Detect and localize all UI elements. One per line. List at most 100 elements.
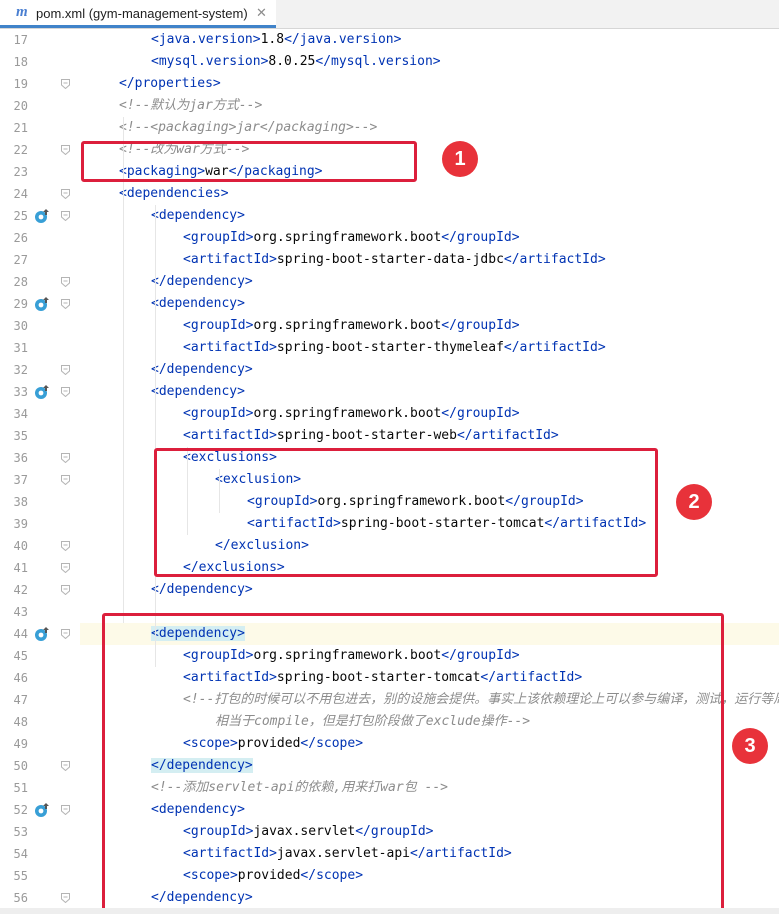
xml-text: org.springframework.boot: [253, 318, 442, 333]
code-line: </dependency>: [151, 271, 253, 293]
xml-tag: <dependency>: [151, 208, 245, 223]
xml-tag: <java.version>: [151, 32, 261, 47]
line-number: 54: [13, 847, 28, 861]
xml-tag: </mysql.version>: [315, 54, 441, 69]
line-number: 40: [13, 539, 28, 553]
xml-text: org.springframework.boot: [253, 230, 442, 245]
line-number: 17: [13, 33, 28, 47]
dependency-override-icon[interactable]: [34, 384, 50, 400]
code-line: <artifactId>spring-boot-starter-thymelea…: [183, 337, 606, 359]
maven-m-icon: m: [16, 4, 28, 20]
xml-text: 8.0.25: [268, 54, 316, 69]
fold-marker-icon[interactable]: [61, 189, 70, 199]
line-number: 20: [13, 99, 28, 113]
xml-tag: <dependency>: [151, 384, 245, 399]
annotation-2: 2: [676, 484, 712, 520]
code-line: </dependency>: [151, 579, 253, 601]
close-icon[interactable]: ✕: [256, 5, 267, 21]
xml-text: spring-boot-starter-thymeleaf: [276, 340, 504, 355]
line-number: 55: [13, 869, 28, 883]
line-number: 44: [13, 627, 28, 641]
xml-tag: </java.version>: [284, 32, 402, 47]
fold-marker-icon[interactable]: [61, 893, 70, 903]
xml-comment: <!--<packaging>jar</packaging>-->: [119, 120, 378, 135]
line-number: 39: [13, 517, 28, 531]
fold-marker-icon[interactable]: [61, 299, 70, 309]
xml-tag: </dependency>: [151, 362, 253, 377]
line-number: 47: [13, 693, 28, 707]
fold-marker-icon[interactable]: [61, 761, 70, 771]
line-number: 34: [13, 407, 28, 421]
xml-tag: </dependency>: [151, 274, 253, 289]
horizontal-scrollbar[interactable]: [0, 908, 779, 914]
xml-tag: <dependencies>: [119, 186, 229, 201]
line-number: 51: [13, 781, 28, 795]
line-number: 23: [13, 165, 28, 179]
line-number: 27: [13, 253, 28, 267]
fold-marker-icon[interactable]: [61, 563, 70, 573]
code-line: <java.version>1.8</java.version>: [151, 29, 401, 51]
line-number: 42: [13, 583, 28, 597]
xml-text: spring-boot-starter-web: [276, 428, 457, 443]
line-number: 56: [13, 891, 28, 905]
line-number: 43: [13, 605, 28, 619]
line-number: 46: [13, 671, 28, 685]
tab-label: pom.xml (gym-management-system): [36, 6, 248, 21]
code-line: <groupId>org.springframework.boot</group…: [183, 227, 520, 249]
line-number: 22: [13, 143, 28, 157]
xml-tag: <artifactId>: [183, 340, 277, 355]
indent-guide: [155, 205, 156, 667]
editor-gutter: 17 18 19 20 21 22 23 24 25 26 27 28 29 30 31 32 33 34 35 36…: [0, 29, 80, 914]
line-number: 48: [13, 715, 28, 729]
xml-tag: <artifactId>: [183, 428, 277, 443]
xml-text: 1.8: [260, 32, 285, 47]
xml-comment: <!--默认为jar方式-->: [119, 98, 263, 113]
xml-tag: </groupId>: [441, 230, 520, 245]
fold-marker-icon[interactable]: [61, 475, 70, 485]
dependency-override-icon[interactable]: [34, 208, 50, 224]
xml-text: spring-boot-starter-data-jdbc: [276, 252, 504, 267]
fold-marker-icon[interactable]: [61, 541, 70, 551]
fold-marker-icon[interactable]: [61, 365, 70, 375]
tab-pom-xml[interactable]: m pom.xml (gym-management-system) ✕: [0, 0, 276, 28]
code-line: <groupId>org.springframework.boot</group…: [183, 403, 520, 425]
line-number: 35: [13, 429, 28, 443]
line-number: 37: [13, 473, 28, 487]
annotation-box-1: [81, 141, 417, 182]
line-number: 33: [13, 385, 28, 399]
dependency-override-icon[interactable]: [34, 296, 50, 312]
line-number: 18: [13, 55, 28, 69]
line-number: 25: [13, 209, 28, 223]
code-line: <mysql.version>8.0.25</mysql.version>: [151, 51, 441, 73]
xml-tag: </groupId>: [441, 318, 520, 333]
dependency-override-icon[interactable]: [34, 626, 50, 642]
code-line: <dependency>: [151, 381, 245, 403]
fold-marker-icon[interactable]: [61, 453, 70, 463]
annotation-3: 3: [732, 728, 768, 764]
fold-marker-icon[interactable]: [61, 211, 70, 221]
line-number: 41: [13, 561, 28, 575]
line-number: 49: [13, 737, 28, 751]
line-number: 36: [13, 451, 28, 465]
fold-marker-icon[interactable]: [61, 277, 70, 287]
fold-marker-icon[interactable]: [61, 387, 70, 397]
code-line: <dependency>: [151, 205, 245, 227]
fold-marker-icon[interactable]: [61, 629, 70, 639]
code-line: <dependency>: [151, 293, 245, 315]
indent-guide: [123, 117, 124, 623]
code-line: <!--<packaging>jar</packaging>-->: [119, 117, 377, 139]
dependency-override-icon[interactable]: [34, 802, 50, 818]
fold-marker-icon[interactable]: [61, 145, 70, 155]
line-number: 52: [13, 803, 28, 817]
line-number: 28: [13, 275, 28, 289]
xml-tag: </dependency>: [151, 582, 253, 597]
xml-tag: </artifactId>: [456, 428, 559, 443]
fold-marker-icon[interactable]: [61, 79, 70, 89]
xml-tag: <mysql.version>: [151, 54, 269, 69]
fold-marker-icon[interactable]: [61, 805, 70, 815]
fold-marker-icon[interactable]: [61, 585, 70, 595]
code-line: </dependency>: [151, 359, 253, 381]
xml-tag: </groupId>: [441, 406, 520, 421]
line-number: 21: [13, 121, 28, 135]
code-line: <artifactId>spring-boot-starter-web</art…: [183, 425, 559, 447]
